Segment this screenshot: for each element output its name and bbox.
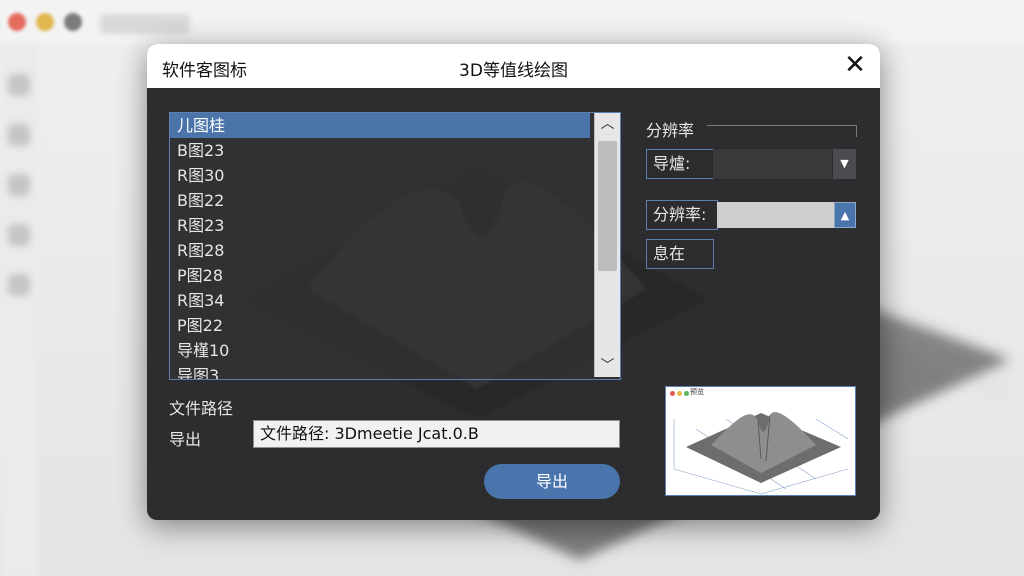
preview-surface-plot <box>673 412 849 495</box>
list-item[interactable]: R图34 <box>170 288 590 313</box>
resolution-group-title: 分辨率 <box>646 121 695 140</box>
close-icon[interactable]: ✕ <box>842 52 868 78</box>
resolution-input[interactable] <box>717 202 834 228</box>
format-select[interactable] <box>713 149 832 179</box>
dialog-header: 软件客图标 3D等值线绘图 ✕ <box>147 44 880 88</box>
list-scrollbar[interactable]: ︿ ﹀ <box>594 113 620 377</box>
chevron-up-icon[interactable]: ▲ <box>834 202 856 228</box>
list-item[interactable]: B图22 <box>170 188 590 213</box>
file-path-label: 文件路径 <box>169 399 234 418</box>
background-tab <box>100 14 190 34</box>
background-tool-icon <box>8 224 30 246</box>
background-tool-icon <box>8 174 30 196</box>
background-tool-icon <box>8 124 30 146</box>
list-item[interactable]: R图28 <box>170 238 590 263</box>
format-select-label: 导爐: <box>646 149 714 179</box>
list-item[interactable]: B图23 <box>170 138 590 163</box>
dialog-title: 3D等值线绘图 <box>459 61 568 81</box>
chevron-down-icon[interactable]: ﹀ <box>595 355 620 377</box>
background-sidebar <box>0 44 38 576</box>
triangle-down-icon[interactable]: ▼ <box>833 149 856 179</box>
background-minimize-dot <box>36 13 54 31</box>
background-zoom-dot <box>64 13 82 31</box>
list-item[interactable]: 儿图桂 <box>170 113 590 138</box>
resolution-field-label: 分辨率: <box>646 200 718 230</box>
list-item[interactable]: 导图3 <box>170 363 590 379</box>
preview-red-dot <box>670 391 675 396</box>
group-divider-corner <box>856 125 857 137</box>
background-close-dot <box>8 13 26 31</box>
file-path-input[interactable]: 文件路径: 3Dmeetie Jcat.0.B <box>253 420 620 448</box>
list-item[interactable]: 导槿10 <box>170 338 590 363</box>
chevron-up-icon[interactable]: ︿ <box>595 113 620 135</box>
preview-green-dot <box>684 391 689 396</box>
export-button[interactable]: 导出 <box>484 464 620 499</box>
background-tool-icon <box>8 274 30 296</box>
scrollbar-thumb[interactable] <box>598 141 617 271</box>
preview-yellow-dot <box>677 391 682 396</box>
list-item[interactable]: P图28 <box>170 263 590 288</box>
preview-title: 预览 <box>690 388 704 396</box>
export-dialog: 软件客图标 3D等值线绘图 ✕ 儿图桂 B图23 R图30 B图22 R图23 R图28 P… <box>147 44 880 520</box>
export-label: 导出 <box>169 430 202 449</box>
save-button[interactable]: 息在 <box>646 239 714 269</box>
list-item[interactable]: R图23 <box>170 213 590 238</box>
list-item[interactable]: R图30 <box>170 163 590 188</box>
group-divider <box>707 125 857 126</box>
background-tool-icon <box>8 74 30 96</box>
preview-thumbnail: 预览 <box>665 386 856 496</box>
list-item[interactable]: P图22 <box>170 313 590 338</box>
image-list[interactable]: 儿图桂 B图23 R图30 B图22 R图23 R图28 P图28 R图34 P图22 导槿10 导… <box>169 112 621 380</box>
